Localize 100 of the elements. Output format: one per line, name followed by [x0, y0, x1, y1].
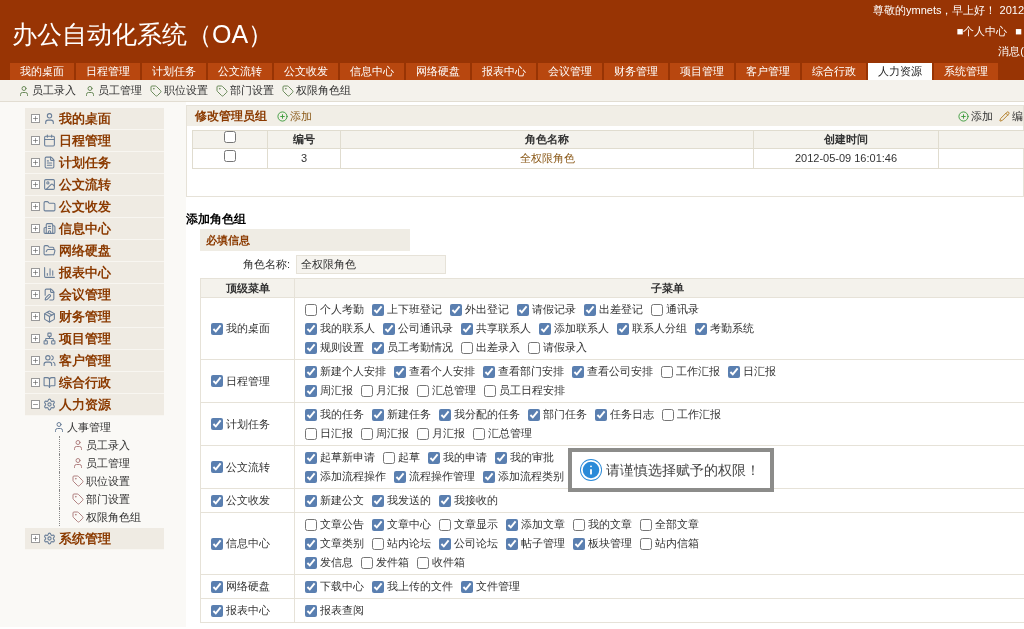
checkbox[interactable] [461, 322, 473, 335]
sidebar-item[interactable]: 信息中心 [25, 218, 164, 240]
message-link[interactable]: 消息( [998, 43, 1024, 60]
sub-permission[interactable]: 文章公告 [305, 516, 364, 533]
role-name-field[interactable]: 全权限角色 [296, 255, 446, 274]
sub-permission[interactable]: 上下班登记 [372, 301, 442, 318]
checkbox[interactable] [584, 303, 596, 316]
checkbox[interactable] [428, 451, 440, 464]
checkbox[interactable] [572, 365, 584, 378]
sub-permission[interactable]: 规则设置 [305, 339, 364, 356]
sub-permission[interactable]: 公司论坛 [439, 535, 498, 552]
checkbox[interactable] [506, 518, 518, 531]
sub-permission[interactable]: 员工考勤情况 [372, 339, 453, 356]
checkbox[interactable] [372, 341, 384, 354]
checkbox[interactable] [305, 518, 317, 531]
sub-permission[interactable]: 我发送的 [372, 492, 431, 509]
nav-tab[interactable]: 信息中心 [340, 63, 404, 80]
sub-permission[interactable]: 共享联系人 [461, 320, 531, 337]
sub-permission[interactable]: 个人考勤 [305, 301, 364, 318]
sub-permission[interactable]: 部门任务 [528, 406, 587, 423]
checkbox[interactable] [372, 537, 384, 550]
sub-permission[interactable]: 下载中心 [305, 578, 364, 595]
edit-link[interactable]: 编 [999, 107, 1023, 125]
add-link[interactable]: 添加 [277, 107, 312, 125]
checkbox[interactable] [305, 556, 317, 569]
sub-permission[interactable]: 板块管理 [573, 535, 632, 552]
sub-permission[interactable]: 我的文章 [573, 516, 632, 533]
sub-permission[interactable]: 起草新申请 [305, 449, 375, 466]
sub-permission[interactable]: 汇总管理 [473, 425, 532, 442]
checkbox[interactable] [305, 494, 317, 507]
checkbox[interactable] [495, 451, 507, 464]
sub-permission[interactable]: 考勤系统 [695, 320, 754, 337]
nav-tab[interactable]: 公文流转 [208, 63, 272, 80]
sidebar-item[interactable]: 会议管理 [25, 284, 164, 306]
sub-permission[interactable]: 请假记录 [517, 301, 576, 318]
sub-permission[interactable]: 查看部门安排 [483, 363, 564, 380]
checkbox[interactable] [305, 604, 317, 617]
checkbox[interactable] [461, 341, 473, 354]
sidebar-item[interactable]: 计划任务 [25, 152, 164, 174]
sub-permission[interactable]: 汇总管理 [417, 382, 476, 399]
nav-tab[interactable]: 公文收发 [274, 63, 338, 80]
sub-permission[interactable]: 流程操作管理 [394, 468, 475, 485]
checkbox[interactable] [539, 322, 551, 335]
sub-permission[interactable]: 站内信箱 [640, 535, 699, 552]
nav-tab[interactable]: 我的桌面 [10, 63, 74, 80]
sub-permission[interactable]: 我的申请 [428, 449, 487, 466]
checkbox[interactable] [305, 303, 317, 316]
checkbox[interactable] [361, 427, 373, 440]
personal-center-link[interactable]: ■个人中心 [956, 22, 1008, 39]
checkbox[interactable] [461, 580, 473, 593]
checkbox[interactable] [417, 556, 429, 569]
sub-nav-link[interactable]: 部门设置 [216, 82, 274, 99]
checkbox[interactable] [528, 408, 540, 421]
checkbox[interactable] [211, 322, 223, 335]
sub-permission[interactable]: 联系人分组 [617, 320, 687, 337]
checkbox[interactable] [573, 518, 585, 531]
sidebar-item[interactable]: 项目管理 [25, 328, 164, 350]
sub-nav-link[interactable]: 员工管理 [84, 82, 142, 99]
sub-permission[interactable]: 文件管理 [461, 578, 520, 595]
checkbox[interactable] [211, 580, 223, 593]
nav-tab[interactable]: 人力资源 [868, 63, 932, 80]
sub-permission[interactable]: 工作汇报 [662, 406, 721, 423]
sub-permission[interactable]: 文章中心 [372, 516, 431, 533]
checkbox[interactable] [372, 494, 384, 507]
checkbox[interactable] [361, 384, 373, 397]
nav-tab[interactable]: 项目管理 [670, 63, 734, 80]
nav-tab[interactable]: 网络硬盘 [406, 63, 470, 80]
sub-permission[interactable]: 我分配的任务 [439, 406, 520, 423]
sub-permission[interactable]: 新建个人安排 [305, 363, 386, 380]
checkbox[interactable] [372, 580, 384, 593]
checkbox[interactable] [305, 365, 317, 378]
sub-permission[interactable]: 全部文章 [640, 516, 699, 533]
sub-permission[interactable]: 外出登记 [450, 301, 509, 318]
sub-permission[interactable]: 新建任务 [372, 406, 431, 423]
checkbox[interactable] [383, 322, 395, 335]
checkbox[interactable] [211, 604, 223, 617]
checkbox[interactable] [528, 341, 540, 354]
sub-permission[interactable]: 发信息 [305, 554, 353, 571]
sub-permission[interactable]: 文章显示 [439, 516, 498, 533]
sub-permission[interactable]: 文章类别 [305, 535, 364, 552]
checkbox[interactable] [439, 494, 451, 507]
sub-permission[interactable]: 我接收的 [439, 492, 498, 509]
sub-permission[interactable]: 添加文章 [506, 516, 565, 533]
checkbox[interactable] [417, 384, 429, 397]
checkbox[interactable] [640, 518, 652, 531]
checkbox[interactable] [372, 408, 384, 421]
sub-nav-link[interactable]: 权限角色组 [282, 82, 351, 99]
sub-permission[interactable]: 公司通讯录 [383, 320, 453, 337]
checkbox[interactable] [305, 384, 317, 397]
tree-node[interactable]: 人事管理 [53, 418, 164, 436]
sub-permission[interactable]: 工作汇报 [661, 363, 720, 380]
checkbox[interactable] [305, 408, 317, 421]
sidebar-item[interactable]: 人力资源 [25, 394, 164, 416]
checkbox[interactable] [211, 494, 223, 507]
role-name-link[interactable]: 全权限角色 [340, 148, 754, 168]
sub-nav-link[interactable]: 职位设置 [150, 82, 208, 99]
checkbox[interactable] [211, 375, 223, 387]
sub-permission[interactable]: 我的任务 [305, 406, 364, 423]
sub-nav-link[interactable]: 员工录入 [18, 82, 76, 99]
checkbox[interactable] [417, 427, 429, 440]
